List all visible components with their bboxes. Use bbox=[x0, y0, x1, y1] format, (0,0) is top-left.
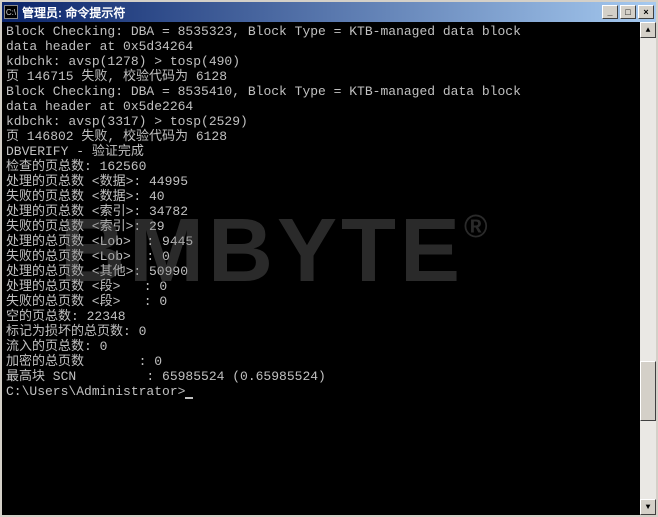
scroll-down-button[interactable]: ▼ bbox=[640, 499, 656, 515]
terminal-line: 处理的页总数 <数据>: 44995 bbox=[6, 174, 652, 189]
terminal-line: Block Checking: DBA = 8535323, Block Typ… bbox=[6, 24, 652, 39]
terminal-line: data header at 0x5d34264 bbox=[6, 39, 652, 54]
maximize-button[interactable]: □ bbox=[620, 5, 636, 19]
cmd-icon: C:\ bbox=[4, 5, 18, 19]
close-button[interactable]: × bbox=[638, 5, 654, 19]
prompt-line[interactable]: C:\Users\Administrator> bbox=[6, 384, 652, 399]
scroll-track[interactable] bbox=[640, 38, 656, 499]
terminal-line: data header at 0x5de2264 bbox=[6, 99, 652, 114]
terminal-output[interactable]: Block Checking: DBA = 8535323, Block Typ… bbox=[2, 22, 656, 515]
scroll-thumb[interactable] bbox=[640, 361, 656, 421]
window-title: 管理员: 命令提示符 bbox=[22, 4, 602, 21]
terminal-line: 处理的总页数 <Lob> : 9445 bbox=[6, 234, 652, 249]
minimize-button[interactable]: _ bbox=[602, 5, 618, 19]
terminal-line: 失败的总页数 <Lob> : 0 bbox=[6, 249, 652, 264]
command-prompt-window: C:\ 管理员: 命令提示符 _ □ × Block Checking: DBA… bbox=[0, 0, 658, 517]
terminal-line: DBVERIFY - 验证完成 bbox=[6, 144, 652, 159]
terminal-line: 失败的总页数 <段> : 0 bbox=[6, 294, 652, 309]
scroll-up-button[interactable]: ▲ bbox=[640, 22, 656, 38]
titlebar[interactable]: C:\ 管理员: 命令提示符 _ □ × bbox=[2, 2, 656, 22]
terminal-line: 标记为损坏的总页数: 0 bbox=[6, 324, 652, 339]
terminal-line: 流入的页总数: 0 bbox=[6, 339, 652, 354]
terminal-line: 最高块 SCN : 65985524 (0.65985524) bbox=[6, 369, 652, 384]
terminal-line: 检查的页总数: 162560 bbox=[6, 159, 652, 174]
terminal-line: Block Checking: DBA = 8535410, Block Typ… bbox=[6, 84, 652, 99]
terminal-line: 加密的总页数 : 0 bbox=[6, 354, 652, 369]
terminal-line: 空的页总数: 22348 bbox=[6, 309, 652, 324]
cursor bbox=[185, 397, 193, 399]
terminal-line: kdbchk: avsp(1278) > tosp(490) bbox=[6, 54, 652, 69]
terminal-line: 页 146802 失败, 校验代码为 6128 bbox=[6, 129, 652, 144]
vertical-scrollbar[interactable]: ▲ ▼ bbox=[640, 22, 656, 515]
terminal-line: 处理的总页数 <段> : 0 bbox=[6, 279, 652, 294]
terminal-line: 页 146715 失败, 校验代码为 6128 bbox=[6, 69, 652, 84]
terminal-line: kdbchk: avsp(3317) > tosp(2529) bbox=[6, 114, 652, 129]
window-buttons: _ □ × bbox=[602, 5, 654, 19]
terminal-line: 失败的页总数 <数据>: 40 bbox=[6, 189, 652, 204]
terminal-line: 处理的总页数 <其他>: 50990 bbox=[6, 264, 652, 279]
terminal-line: 失败的页总数 <索引>: 29 bbox=[6, 219, 652, 234]
terminal-line: 处理的页总数 <索引>: 34782 bbox=[6, 204, 652, 219]
